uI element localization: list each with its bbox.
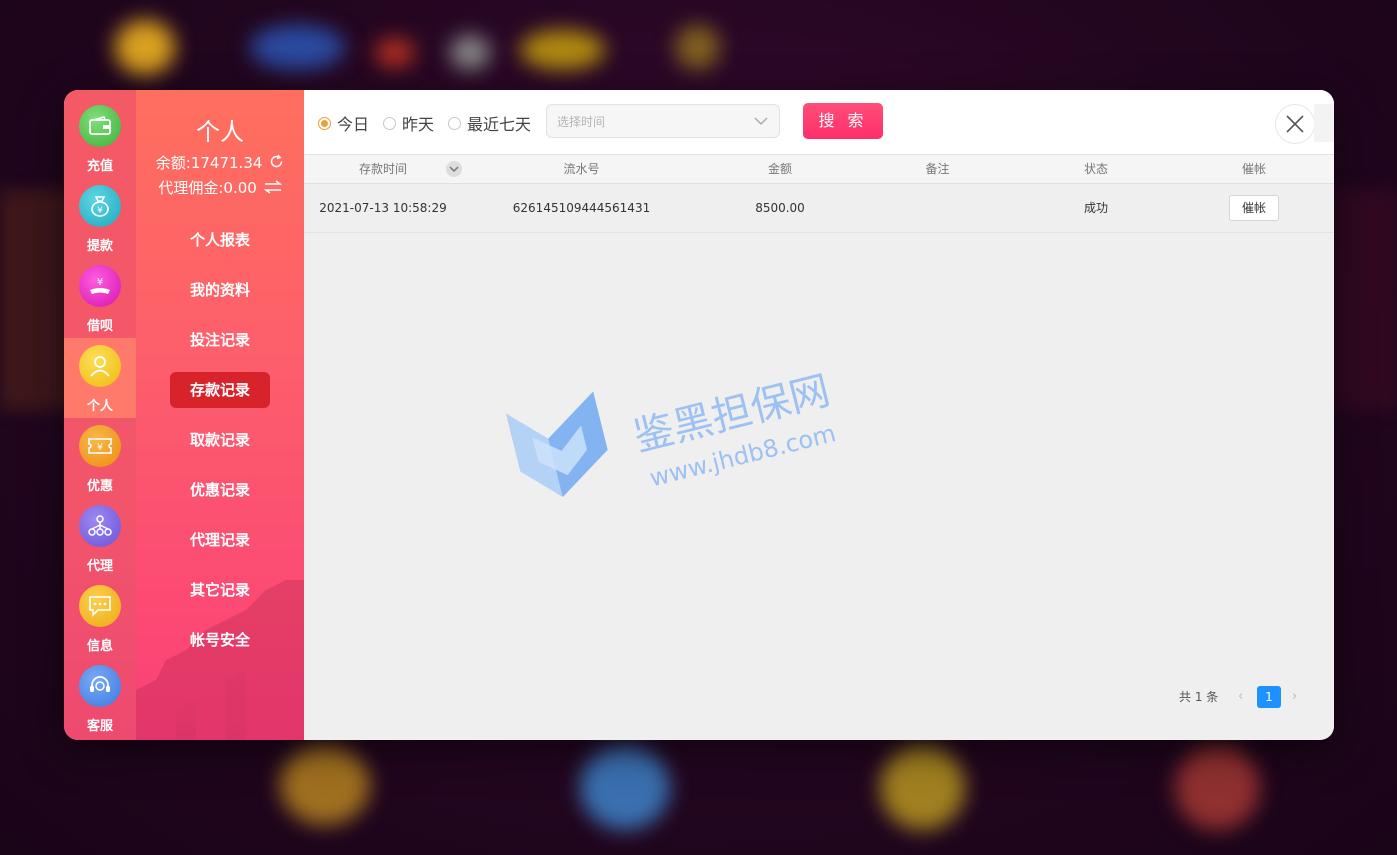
network-icon bbox=[79, 505, 121, 547]
table-header: 存款时间 流水号 金额 备注 状态 催帐 bbox=[304, 155, 1334, 184]
sidebar-item-label: 提款 bbox=[86, 239, 113, 254]
sidebar-item-loan[interactable]: ¥ 借呗 bbox=[64, 260, 136, 340]
sidebar-item-label: 优惠 bbox=[86, 479, 113, 494]
sidebar-item-recharge[interactable]: 充值 bbox=[64, 100, 136, 180]
close-tab-strip bbox=[1314, 104, 1334, 142]
cell-serial: 626145109444561431 bbox=[512, 201, 651, 215]
balance-value: 余额:17471.34 bbox=[155, 154, 263, 172]
sidebar-item-messages[interactable]: 信息 bbox=[64, 580, 136, 660]
chevron-down-icon bbox=[753, 105, 769, 152]
table-row: 2021-07-13 10:58:29 626145109444561431 8… bbox=[304, 184, 1334, 233]
personal-center-modal: 充值 ¥ 提款 ¥ 借呗 个人 ¥ 优惠 代理 信息 客服 个人 余额:1747… bbox=[64, 90, 1334, 740]
wallet-icon bbox=[79, 105, 121, 147]
message-icon bbox=[79, 585, 121, 627]
radio-dot bbox=[448, 116, 461, 130]
cell-status: 成功 bbox=[1083, 201, 1108, 215]
sidebar-item-agent[interactable]: 代理 bbox=[64, 500, 136, 580]
sidebar-item-label: 借呗 bbox=[86, 319, 113, 334]
loan-hand-icon: ¥ bbox=[79, 265, 121, 307]
menu-item-deposit-records[interactable]: 存款记录 bbox=[170, 372, 270, 408]
date-select-dropdown[interactable]: 选择时间 bbox=[546, 104, 780, 138]
menu-item-other-records[interactable]: 其它记录 bbox=[170, 572, 270, 608]
radio-label: 昨天 bbox=[402, 115, 435, 134]
cell-deposit-time: 2021-07-13 10:58:29 bbox=[319, 201, 447, 215]
background-bottom-strip bbox=[0, 740, 1397, 855]
sidebar-item-personal[interactable]: 个人 bbox=[64, 338, 136, 418]
menu-item-personal-report[interactable]: 个人报表 bbox=[170, 222, 270, 258]
sidebar-item-label: 充值 bbox=[86, 159, 113, 174]
radio-label: 今日 bbox=[337, 115, 370, 134]
money-bag-icon: ¥ bbox=[79, 185, 121, 227]
menu-item-my-profile[interactable]: 我的资料 bbox=[170, 272, 270, 308]
menu-item-withdraw-records[interactable]: 取款记录 bbox=[170, 422, 270, 458]
menu-item-promotion-records[interactable]: 优惠记录 bbox=[170, 472, 270, 508]
personal-menu-panel: 个人 余额:17471.34 代理佣金:0.00 个人报表 我的资料 投注记录 … bbox=[136, 90, 304, 740]
urge-button[interactable]: 催帐 bbox=[1229, 195, 1279, 221]
svg-text:¥: ¥ bbox=[97, 443, 103, 453]
date-select-placeholder: 选择时间 bbox=[557, 115, 606, 129]
sidebar-item-support[interactable]: 客服 bbox=[64, 660, 136, 740]
cell-amount: 8500.00 bbox=[755, 201, 805, 215]
filter-toolbar: 今日 昨天 最近七天 选择时间 搜 索 bbox=[304, 90, 1334, 155]
prev-page-chevron-icon[interactable]: ‹ bbox=[1238, 686, 1243, 708]
panel-title: 个人 bbox=[196, 118, 244, 146]
transfer-icon[interactable] bbox=[263, 179, 282, 198]
header-label: 存款时间 bbox=[358, 162, 407, 176]
menu-item-agent-records[interactable]: 代理记录 bbox=[170, 522, 270, 558]
background-top-strip bbox=[0, 0, 1397, 90]
sidebar-item-label: 信息 bbox=[86, 639, 113, 654]
filter-yesterday-radio[interactable]: 昨天 bbox=[383, 114, 435, 134]
headset-icon bbox=[79, 665, 121, 707]
balance-display: 余额:17471.34 bbox=[136, 152, 304, 173]
sidebar-item-label: 客服 bbox=[86, 719, 113, 734]
refresh-icon[interactable] bbox=[269, 154, 284, 173]
search-button[interactable]: 搜 索 bbox=[803, 103, 883, 139]
commission-value: 代理佣金:0.00 bbox=[158, 179, 257, 197]
header-note: 备注 bbox=[925, 162, 950, 176]
svg-text:¥: ¥ bbox=[97, 277, 103, 288]
sidebar-item-label: 代理 bbox=[86, 559, 113, 574]
watermark-logo-icon: 鉴黑担保网 www.jhdb8.com bbox=[505, 368, 839, 497]
header-status: 状态 bbox=[1083, 162, 1108, 176]
filter-today-radio[interactable]: 今日 bbox=[318, 114, 370, 134]
sidebar-item-withdraw[interactable]: ¥ 提款 bbox=[64, 180, 136, 260]
radio-dot bbox=[318, 116, 331, 130]
close-icon bbox=[1286, 115, 1304, 133]
sidebar-item-label: 个人 bbox=[86, 399, 113, 414]
deposit-records-content: 今日 昨天 最近七天 选择时间 搜 索 存款时间 流水号 金额 备注 状态 催帐… bbox=[304, 90, 1334, 740]
svg-text:¥: ¥ bbox=[97, 206, 103, 216]
sort-chevron-icon[interactable] bbox=[446, 161, 462, 177]
user-icon bbox=[79, 345, 121, 387]
ticket-icon: ¥ bbox=[79, 425, 121, 467]
pagination-total: 共 1 条 bbox=[1179, 690, 1219, 704]
next-page-chevron-icon[interactable]: › bbox=[1292, 686, 1297, 708]
page-number-button[interactable]: 1 bbox=[1257, 686, 1281, 708]
header-deposit-time[interactable]: 存款时间 bbox=[304, 155, 462, 183]
icon-sidebar: 充值 ¥ 提款 ¥ 借呗 个人 ¥ 优惠 代理 信息 客服 bbox=[64, 90, 136, 740]
header-urge: 催帐 bbox=[1241, 162, 1266, 176]
cell-note bbox=[904, 184, 971, 232]
header-amount: 金额 bbox=[767, 162, 792, 176]
watermark: 鉴黑担保网 www.jhdb8.com bbox=[504, 360, 884, 500]
filter-last7-radio[interactable]: 最近七天 bbox=[448, 114, 532, 134]
menu-item-bet-records[interactable]: 投注记录 bbox=[170, 322, 270, 358]
radio-label: 最近七天 bbox=[467, 115, 532, 134]
close-button[interactable] bbox=[1275, 104, 1315, 144]
menu-item-account-security[interactable]: 帐号安全 bbox=[170, 622, 270, 658]
radio-dot bbox=[383, 116, 396, 130]
commission-display: 代理佣金:0.00 bbox=[136, 177, 304, 198]
header-serial: 流水号 bbox=[563, 162, 600, 176]
sidebar-item-promotion[interactable]: ¥ 优惠 bbox=[64, 420, 136, 500]
